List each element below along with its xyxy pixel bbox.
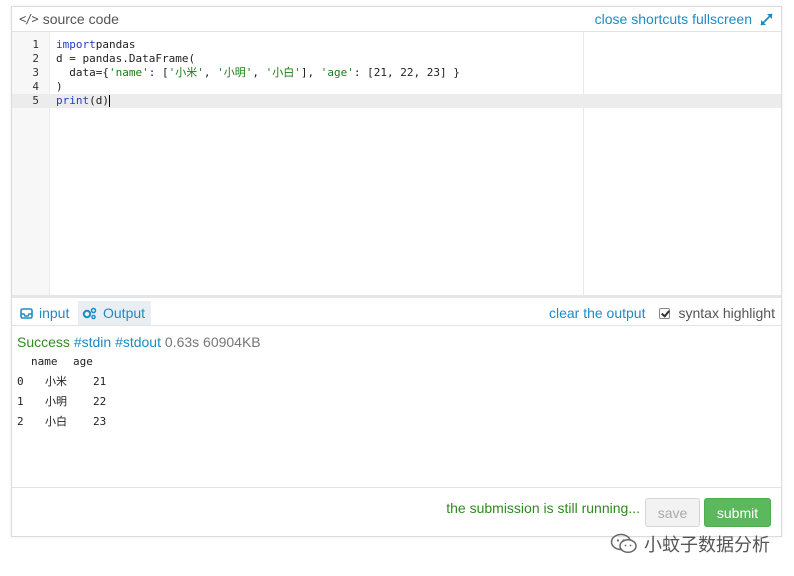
code-token: : [21, 22, 23] } <box>353 66 460 79</box>
stdin-link[interactable]: #stdin <box>74 334 111 350</box>
editor-title-text: source code <box>42 11 119 27</box>
code-text: data={'name': ['小米', '小明', '小白'], 'age':… <box>56 66 460 80</box>
editor-actions: close shortcuts fullscreen <box>591 11 773 27</box>
tab-input-label: input <box>39 305 70 321</box>
code-token: (d) <box>89 94 109 107</box>
expand-icon[interactable] <box>760 12 773 26</box>
output-options: clear the output syntax highlight <box>549 305 775 321</box>
output-column-header: name <box>31 355 58 368</box>
code-runner-panel: </> source code close shortcuts fullscre… <box>11 6 782 537</box>
watermark: 小蚊子数据分析 <box>610 531 770 557</box>
submit-button[interactable]: submit <box>704 498 771 527</box>
code-line[interactable]: 5 print(d) <box>12 94 781 108</box>
run-metrics: 0.63s 60904KB <box>164 334 261 350</box>
code-text: print(d) <box>56 94 110 108</box>
code-token: '小白' <box>265 66 301 79</box>
editor-title: </> source code <box>19 11 119 27</box>
code-lines[interactable]: 1 importpandas 2 d = pandas.DataFrame(3 dat… <box>12 38 781 108</box>
close-link[interactable]: close <box>595 11 628 27</box>
code-token: import <box>56 38 96 51</box>
wechat-icon <box>610 533 637 554</box>
code-line[interactable]: 1 importpandas <box>12 38 781 52</box>
code-token: pandas <box>95 38 136 51</box>
running-message: the submission is still running... <box>446 500 640 516</box>
submit-footer: the submission is still running... save … <box>12 487 781 537</box>
output-cell-idx: 0 <box>17 375 24 388</box>
save-button[interactable]: save <box>645 498 700 527</box>
tab-output[interactable]: Output <box>78 301 151 325</box>
code-token: '小米' <box>168 66 204 79</box>
code-editor[interactable]: 1 importpandas 2 d = pandas.DataFrame(3 dat… <box>12 32 781 298</box>
code-icon: </> <box>19 12 39 26</box>
run-status: Success #stdin #stdout 0.63s 60904KB <box>17 334 261 350</box>
line-number: 2 <box>32 52 39 65</box>
code-text: importpandas <box>56 38 136 52</box>
code-token: d = pandas.DataFrame( <box>56 52 196 65</box>
code-token: , <box>203 66 218 79</box>
code-token: ) <box>56 80 63 93</box>
code-line[interactable]: 4) <box>12 80 781 94</box>
clear-output-link[interactable]: clear the output <box>549 305 646 321</box>
line-number: 1 <box>32 38 39 51</box>
output-cell-name: 小白 <box>45 415 67 428</box>
watermark-text: 小蚊子数据分析 <box>644 535 770 555</box>
code-token: data={ <box>56 66 109 79</box>
output-cell-age: 23 <box>93 415 107 428</box>
code-token: : [ <box>148 66 169 79</box>
shortcuts-link[interactable]: shortcuts <box>631 11 688 27</box>
text-cursor <box>109 95 110 107</box>
output-cell-name: 小明 <box>45 395 67 408</box>
code-token: ], <box>300 66 321 79</box>
tab-output-label: Output <box>103 305 146 321</box>
stdout-link[interactable]: #stdout <box>115 334 161 350</box>
syntax-highlight-label: syntax highlight <box>678 305 775 321</box>
output-cell-name: 小米 <box>45 375 67 388</box>
code-line[interactable]: 3 data={'name': ['小米', '小明', '小白'], 'age… <box>12 66 781 80</box>
tab-input[interactable]: input <box>16 301 78 325</box>
output-column-header: age <box>73 355 93 368</box>
code-token: 'name' <box>108 66 149 79</box>
output-cell-idx: 1 <box>17 395 24 408</box>
line-number: 3 <box>32 66 39 79</box>
syntax-highlight-checkbox[interactable] <box>659 307 671 319</box>
code-text: ) <box>56 80 63 94</box>
code-token: , <box>252 66 266 79</box>
gears-icon <box>82 307 97 319</box>
line-number: 5 <box>32 94 39 107</box>
code-token: '小明' <box>217 66 253 79</box>
line-number: 4 <box>32 80 39 93</box>
output-cell-age: 21 <box>93 375 107 388</box>
code-token: 'age' <box>320 66 354 79</box>
code-token: print <box>56 94 90 107</box>
output-cell-idx: 2 <box>17 415 24 428</box>
editor-header: </> source code close shortcuts fullscre… <box>12 7 781 32</box>
io-tabs: input Output clear the output syntax hig… <box>12 301 781 326</box>
output-cell-age: 22 <box>93 395 107 408</box>
code-line[interactable]: 2 d = pandas.DataFrame( <box>12 52 781 66</box>
code-text: d = pandas.DataFrame( <box>56 52 195 66</box>
status-success: Success <box>17 334 70 350</box>
fullscreen-link[interactable]: fullscreen <box>692 11 752 27</box>
inbox-icon <box>20 307 33 319</box>
